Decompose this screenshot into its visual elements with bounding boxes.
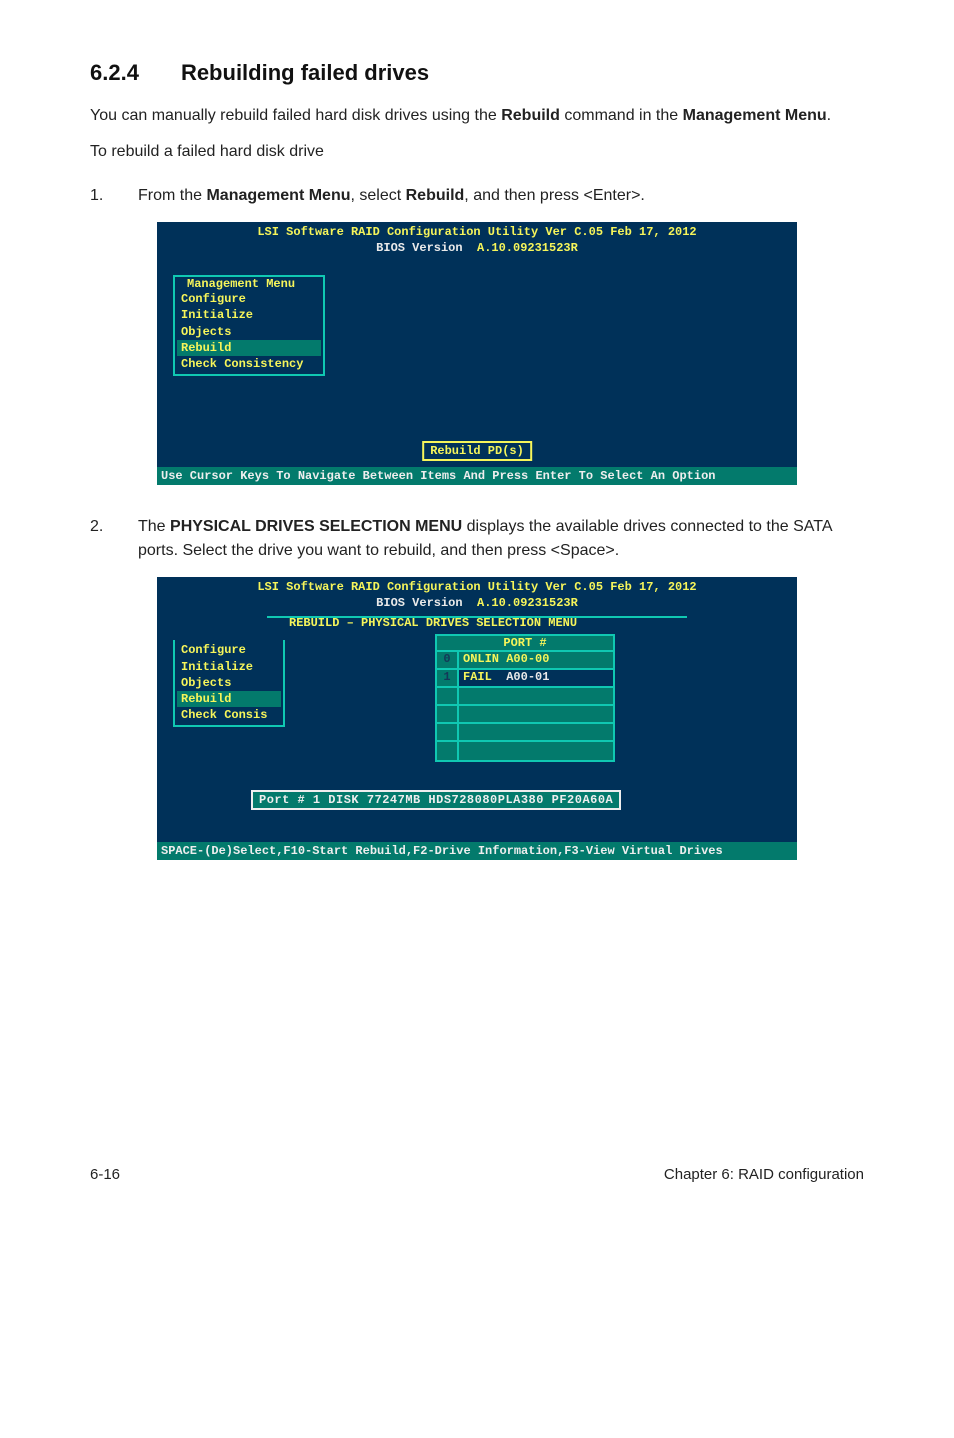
drive-id: A00-00: [506, 652, 549, 666]
drive-status: ONLIN A00-00: [459, 652, 613, 668]
bios-version-value: A.10.09231523R: [477, 596, 578, 610]
bios-screenshot-2: LSI Software RAID Configuration Utility …: [157, 577, 797, 860]
text: , and then press <Enter>.: [464, 187, 645, 204]
drive-label: FAIL: [463, 670, 492, 684]
bios-footer-help: SPACE-(De)Select,F10-Start Rebuild,F2-Dr…: [157, 842, 797, 860]
menu-item-initialize[interactable]: Initialize: [177, 659, 281, 675]
menu-item-check-consis[interactable]: Check Consis: [177, 707, 281, 723]
bios-screenshot-1: LSI Software RAID Configuration Utility …: [157, 222, 797, 485]
bios-version-value: A.10.09231523R: [477, 241, 578, 255]
bios-version-label: BIOS Version: [376, 241, 462, 255]
menu-item-initialize[interactable]: Initialize: [177, 307, 321, 323]
intro-paragraph-2: To rebuild a failed hard disk drive: [90, 140, 864, 164]
bold-text: Rebuild: [501, 107, 560, 124]
step-1: 1. From the Management Menu, select Rebu…: [90, 184, 864, 208]
step-number: 1.: [90, 184, 138, 208]
bold-text: Management Menu: [683, 107, 827, 124]
page-number: 6-16: [90, 1166, 120, 1183]
rebuild-panel-title: REBUILD – PHYSICAL DRIVES SELECTION MENU: [289, 616, 577, 630]
drive-table-header: PORT #: [437, 636, 613, 652]
rebuild-pd-box: Rebuild PD(s): [422, 441, 532, 461]
menu-item-check-consistency[interactable]: Check Consistency: [177, 356, 321, 372]
drive-row-empty: .: [437, 706, 613, 724]
bios-titlebar: LSI Software RAID Configuration Utility …: [157, 577, 797, 612]
intro-paragraph-1: You can manually rebuild failed hard dis…: [90, 104, 864, 128]
drive-row-0[interactable]: 0 ONLIN A00-00: [437, 652, 613, 670]
drive-table: PORT # 0 ONLIN A00-00 1 FAIL A00-01 . . …: [435, 634, 615, 762]
text: .: [827, 107, 831, 124]
text: The: [138, 518, 170, 535]
menu-item-configure[interactable]: Configure: [177, 642, 281, 658]
step-2: 2. The PHYSICAL DRIVES SELECTION MENU di…: [90, 515, 864, 563]
section-heading: 6.2.4 Rebuilding failed drives: [90, 60, 864, 86]
bold-text: Rebuild: [406, 187, 465, 204]
menu-item-objects[interactable]: Objects: [177, 324, 321, 340]
step-number: 2.: [90, 515, 138, 563]
management-menu-box: Configure Initialize Objects Rebuild Che…: [173, 640, 285, 727]
drive-row-empty: .: [437, 724, 613, 742]
menu-item-configure[interactable]: Configure: [177, 291, 321, 307]
text: REBUILD: [289, 616, 347, 630]
bios-util-line: LSI Software RAID Configuration Utility …: [157, 225, 797, 241]
drive-row-empty: .: [437, 742, 613, 760]
chapter-label: Chapter 6: RAID configuration: [664, 1166, 864, 1183]
drive-status: FAIL A00-01: [459, 670, 613, 686]
bios-body: REBUILD – PHYSICAL DRIVES SELECTION MENU…: [157, 612, 797, 842]
drive-index: 0: [437, 652, 459, 668]
bios-body: Management Menu Configure Initialize Obj…: [157, 257, 797, 467]
drive-row-1[interactable]: 1 FAIL A00-01: [437, 670, 613, 688]
management-menu-title: Management Menu: [185, 277, 297, 291]
step-text: The PHYSICAL DRIVES SELECTION MENU displ…: [138, 515, 864, 563]
text: command in the: [560, 107, 683, 124]
dash: –: [347, 616, 354, 630]
section-title: Rebuilding failed drives: [181, 60, 429, 85]
text: From the: [138, 187, 206, 204]
text: PHYSICAL DRIVES SELECTION MENU: [354, 616, 577, 630]
drive-label: ONLIN: [463, 652, 499, 666]
bold-text: Management Menu: [206, 187, 350, 204]
bios-util-line: LSI Software RAID Configuration Utility …: [157, 580, 797, 596]
menu-item-rebuild[interactable]: Rebuild: [177, 340, 321, 356]
management-menu-box: Management Menu Configure Initialize Obj…: [173, 275, 325, 376]
text: , select: [350, 187, 405, 204]
text: You can manually rebuild failed hard dis…: [90, 107, 501, 124]
bios-version-label: BIOS Version: [376, 596, 462, 610]
section-number: 6.2.4: [90, 60, 139, 86]
bios-version-line: BIOS Version A.10.09231523R: [157, 596, 797, 612]
drive-row-empty: .: [437, 688, 613, 706]
step-text: From the Management Menu, select Rebuild…: [138, 184, 864, 208]
bios-titlebar: LSI Software RAID Configuration Utility …: [157, 222, 797, 257]
menu-item-rebuild[interactable]: Rebuild: [177, 691, 281, 707]
drive-status-line: Port # 1 DISK 77247MB HDS728080PLA380 PF…: [251, 790, 621, 810]
bold-text: PHYSICAL DRIVES SELECTION MENU: [170, 518, 462, 535]
drive-id: A00-01: [506, 670, 549, 684]
page-footer: 6-16 Chapter 6: RAID configuration: [90, 1160, 864, 1183]
bios-footer-help: Use Cursor Keys To Navigate Between Item…: [157, 467, 797, 485]
drive-index: 1: [437, 670, 459, 686]
bios-version-line: BIOS Version A.10.09231523R: [157, 241, 797, 257]
menu-item-objects[interactable]: Objects: [177, 675, 281, 691]
